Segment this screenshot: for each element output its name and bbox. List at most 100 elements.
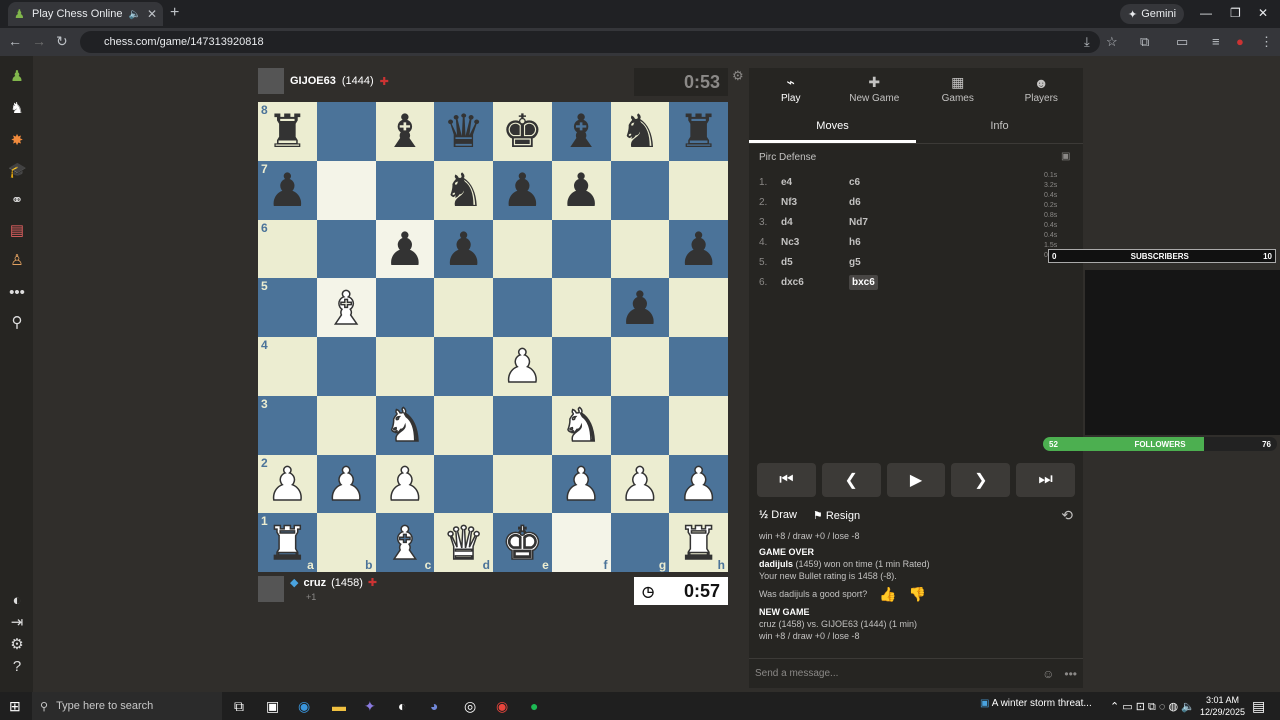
- black-pawn-icon[interactable]: ♟: [561, 167, 602, 213]
- black-rook-icon[interactable]: ♜: [678, 108, 719, 154]
- emoji-icon[interactable]: ☺: [1042, 667, 1054, 681]
- close-window-button[interactable]: ✕: [1258, 6, 1268, 20]
- settings-icon[interactable]: ⚙: [8, 636, 26, 654]
- white-pawn-icon[interactable]: ♟: [677, 460, 720, 508]
- white-rook-icon[interactable]: ♜: [677, 519, 720, 567]
- play-replay-button[interactable]: ▶: [886, 463, 946, 497]
- square-a3[interactable]: 3: [258, 395, 317, 455]
- thumbs-down-icon[interactable]: 👎: [909, 587, 926, 601]
- thumbs-up-icon[interactable]: 👍: [879, 587, 896, 601]
- black-pawn-icon[interactable]: ♟: [678, 226, 719, 272]
- white-move[interactable]: e4: [781, 177, 849, 188]
- white-knight-icon[interactable]: ♞: [383, 401, 426, 449]
- square-c5[interactable]: [375, 278, 435, 337]
- black-move[interactable]: g5: [849, 257, 917, 268]
- white-move[interactable]: Nf3: [781, 197, 849, 208]
- board-settings-icon[interactable]: ⚙: [732, 68, 744, 84]
- chess-board[interactable]: 8 ♜ ♝ ♛ ♚ ♝ ♞ ♜ 7 ♟ ♞ ♟ ♟ 6 ♟ ♟ ♟ 5 ♝ ♟ 4 ♟ 3 ♞ ♞ 2 ♟ ♟ ♟ ♟ ♟ ♟ 1 a ♜ b c ♝ d ♛…: [258, 102, 728, 572]
- menu-dots-icon[interactable]: ⋮: [1260, 34, 1273, 50]
- more-nav-icon[interactable]: •••: [8, 284, 26, 302]
- square-d4[interactable]: [434, 337, 493, 396]
- extensions-icon[interactable]: ⧉: [1140, 34, 1149, 50]
- square-g5[interactable]: ♟: [610, 278, 670, 337]
- square-c8[interactable]: ♝: [375, 102, 435, 161]
- square-g8[interactable]: ♞: [610, 102, 670, 161]
- square-c6[interactable]: ♟: [375, 219, 435, 279]
- square-h8[interactable]: ♜: [669, 102, 728, 161]
- more-dots-icon[interactable]: •••: [1064, 667, 1077, 681]
- square-d8[interactable]: ♛: [434, 102, 493, 161]
- black-move[interactable]: bxc6: [849, 274, 917, 290]
- black-bishop-icon[interactable]: ♝: [384, 108, 425, 154]
- square-e1[interactable]: e ♚: [493, 513, 552, 572]
- tray-icons[interactable]: ⌃ ▭ ⊡ ⧉ ◌ ◍ 🔈: [1110, 700, 1195, 714]
- help-icon[interactable]: ?: [8, 658, 26, 676]
- white-pawn-icon[interactable]: ♟: [266, 460, 309, 508]
- avatar[interactable]: [258, 68, 284, 94]
- square-f6[interactable]: [551, 219, 611, 279]
- black-pawn-icon[interactable]: ♟: [267, 167, 308, 213]
- square-e5[interactable]: [493, 278, 552, 337]
- square-b6[interactable]: [316, 219, 376, 279]
- black-pawn-icon[interactable]: ♟: [443, 226, 484, 272]
- square-d7[interactable]: ♞: [434, 160, 493, 220]
- reload-icon[interactable]: ↻: [56, 33, 68, 50]
- square-d6[interactable]: ♟: [434, 219, 493, 279]
- square-b1[interactable]: b: [316, 513, 376, 572]
- square-a1[interactable]: 1 a ♜: [258, 513, 317, 572]
- black-pawn-icon[interactable]: ♟: [384, 226, 425, 272]
- profile-icon[interactable]: ●: [1236, 34, 1244, 49]
- white-move[interactable]: d5: [781, 257, 849, 268]
- url-field[interactable]: chess.com/game/147313920818: [80, 31, 1100, 53]
- square-f8[interactable]: ♝: [551, 102, 611, 161]
- tab-play[interactable]: ⌁ Play: [749, 68, 833, 110]
- square-h5[interactable]: [669, 278, 728, 337]
- square-a8[interactable]: 8 ♜: [258, 102, 317, 161]
- square-f1[interactable]: f: [551, 513, 611, 572]
- resign-button[interactable]: ⚑ Resign: [813, 509, 860, 522]
- black-knight-icon[interactable]: ♞: [443, 167, 484, 213]
- prev-move-button[interactable]: ❮: [821, 463, 881, 497]
- install-icon[interactable]: ⤓: [1084, 34, 1090, 50]
- search-icon[interactable]: ⚲: [8, 314, 26, 332]
- opening-name[interactable]: Pirc Defense: [759, 152, 816, 163]
- square-b5[interactable]: ♝: [316, 278, 376, 337]
- black-pawn-icon[interactable]: ♟: [502, 167, 543, 213]
- last-move-button[interactable]: ⏭: [1016, 463, 1075, 497]
- square-b8[interactable]: [316, 102, 376, 161]
- square-g4[interactable]: [610, 337, 670, 396]
- square-d3[interactable]: [434, 395, 493, 455]
- app-icon[interactable]: ◐: [398, 698, 406, 714]
- avatar[interactable]: [258, 576, 284, 602]
- task-view-icon[interactable]: ⧉: [234, 698, 244, 715]
- chrome-icon[interactable]: ◉: [496, 698, 508, 715]
- tab-games[interactable]: ▦ Games: [916, 68, 1000, 110]
- spotify-icon[interactable]: ●: [530, 698, 538, 714]
- notifications-icon[interactable]: ▤: [1252, 698, 1265, 715]
- taskbar-clock[interactable]: 3:01 AM 12/29/2025: [1200, 694, 1245, 718]
- player-name[interactable]: GIJOE63: [290, 75, 336, 87]
- white-pawn-icon[interactable]: ♟: [618, 460, 661, 508]
- app-icon[interactable]: ▣: [266, 698, 279, 715]
- square-h1[interactable]: h ♜: [669, 513, 728, 572]
- square-f3[interactable]: ♞: [551, 395, 611, 455]
- black-move[interactable]: d6: [849, 197, 917, 208]
- square-b4[interactable]: [316, 337, 376, 396]
- draw-button[interactable]: ½ Draw: [759, 509, 797, 521]
- next-move-button[interactable]: ❯: [951, 463, 1011, 497]
- news-nav-icon[interactable]: ▤: [8, 222, 26, 240]
- close-tab-icon[interactable]: ✕: [147, 7, 157, 21]
- folder-icon[interactable]: ▬: [332, 698, 346, 714]
- white-move[interactable]: Nc3: [781, 237, 849, 248]
- square-e6[interactable]: [493, 219, 552, 279]
- white-pawn-icon[interactable]: ♟: [383, 460, 426, 508]
- square-f5[interactable]: [551, 278, 611, 337]
- white-king-icon[interactable]: ♚: [501, 519, 544, 567]
- black-king-icon[interactable]: ♚: [502, 108, 543, 154]
- square-c1[interactable]: c ♝: [375, 513, 435, 572]
- square-c4[interactable]: [375, 337, 435, 396]
- discord-icon[interactable]: ◕: [430, 698, 438, 714]
- black-move[interactable]: h6: [849, 237, 917, 248]
- sidepanel-icon[interactable]: ▭: [1176, 34, 1188, 50]
- square-e8[interactable]: ♚: [493, 102, 552, 161]
